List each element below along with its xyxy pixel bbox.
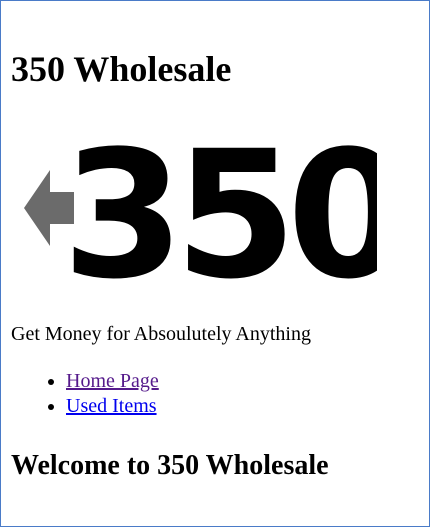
nav-item-used-items: Used Items — [66, 394, 159, 419]
home-page-link[interactable]: Home Page — [66, 370, 159, 392]
nav-list: Home Page Used Items — [27, 369, 159, 419]
350-logo: 350 — [24, 130, 377, 280]
used-items-link[interactable]: Used Items — [66, 395, 157, 417]
nav-item-home: Home Page — [66, 369, 159, 394]
welcome-heading: Welcome to 350 Wholesale — [11, 450, 329, 481]
site-title: 350 Wholesale — [11, 49, 232, 89]
tagline: Get Money for Absoulutely Anything — [11, 323, 311, 345]
logo-text: 350 — [62, 130, 377, 280]
